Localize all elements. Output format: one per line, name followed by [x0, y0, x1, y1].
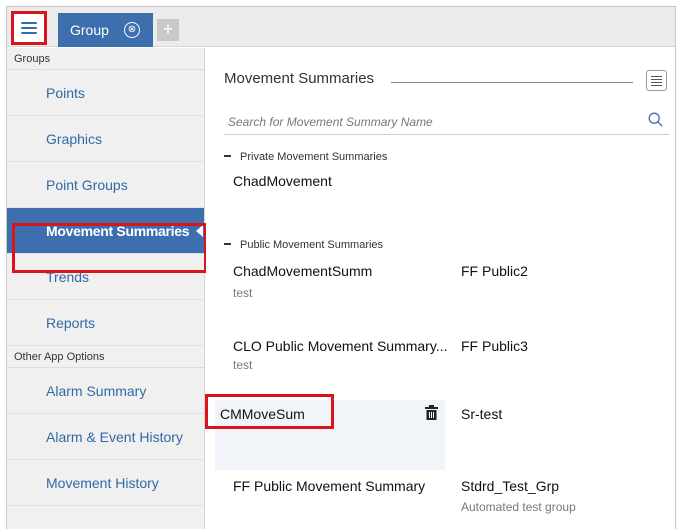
list-item[interactable]: ChadMovementSumm: [233, 263, 372, 279]
list-view-icon[interactable]: [646, 70, 667, 91]
sidebar-item-trends[interactable]: Trends: [7, 254, 204, 300]
sidebar-item-movement-summaries[interactable]: Movement Summaries: [7, 208, 204, 254]
sidebar-section-groups: Groups: [7, 48, 204, 70]
plus-icon[interactable]: +: [157, 19, 179, 41]
sidebar-item-movement-history[interactable]: Movement History: [7, 460, 204, 506]
close-circle-icon[interactable]: ⊗: [124, 22, 140, 38]
private-group-header[interactable]: Private Movement Summaries: [224, 151, 387, 163]
list-item[interactable]: Sr-test: [461, 406, 502, 422]
search-bar: [224, 107, 669, 135]
public-group-header[interactable]: Public Movement Summaries: [224, 239, 383, 251]
list-item-desc: test: [233, 358, 253, 372]
tab-group[interactable]: Group ⊗: [58, 13, 153, 47]
group-header-label: Public Movement Summaries: [240, 239, 384, 251]
list-item[interactable]: Stdrd_Test_Grp: [461, 478, 559, 494]
sidebar-item-graphics[interactable]: Graphics: [7, 116, 204, 162]
sidebar-section-other: Other App Options: [7, 346, 204, 368]
sidebar-item-alarm-event-history[interactable]: Alarm & Event History: [7, 414, 204, 460]
search-icon[interactable]: [648, 112, 663, 127]
sidebar-item-label: Movement Summaries: [46, 223, 190, 239]
group-header-label: Private Movement Summaries: [240, 151, 388, 163]
sidebar-item-reports[interactable]: Reports: [7, 300, 204, 346]
list-item[interactable]: CLO Public Movement Summary...: [233, 338, 447, 354]
page-title: Movement Summaries: [224, 70, 375, 87]
list-item[interactable]: ChadMovement: [233, 173, 332, 189]
tab-label: Group: [70, 22, 109, 38]
sidebar-item-alarm-summary[interactable]: Alarm Summary: [7, 368, 204, 414]
search-input[interactable]: [228, 113, 628, 131]
list-item-desc: test: [233, 286, 253, 300]
list-item[interactable]: CMMoveSum: [220, 406, 305, 422]
hamburger-icon: [21, 22, 37, 34]
collapse-icon: [224, 243, 231, 246]
sidebar: Groups Points Graphics Point Groups Move…: [7, 48, 205, 529]
list-item[interactable]: FF Public3: [461, 338, 528, 354]
menu-button[interactable]: [11, 11, 47, 45]
sidebar-item-points[interactable]: Points: [7, 70, 204, 116]
list-item[interactable]: FF Public Movement Summary: [233, 478, 425, 494]
sidebar-item-point-groups[interactable]: Point Groups: [7, 162, 204, 208]
title-divider: [391, 82, 633, 83]
list-item[interactable]: FF Public2: [461, 263, 528, 279]
list-item-desc: Automated test group: [461, 500, 576, 514]
collapse-icon: [224, 155, 231, 158]
main-panel: Movement Summaries Private Movement Summ…: [206, 48, 675, 529]
trash-icon[interactable]: [425, 405, 438, 420]
tab-bar: Group ⊗ +: [7, 7, 675, 47]
app-window: Group ⊗ + Groups Points Graphics Point G…: [6, 6, 676, 529]
active-caret-icon: [196, 225, 203, 237]
